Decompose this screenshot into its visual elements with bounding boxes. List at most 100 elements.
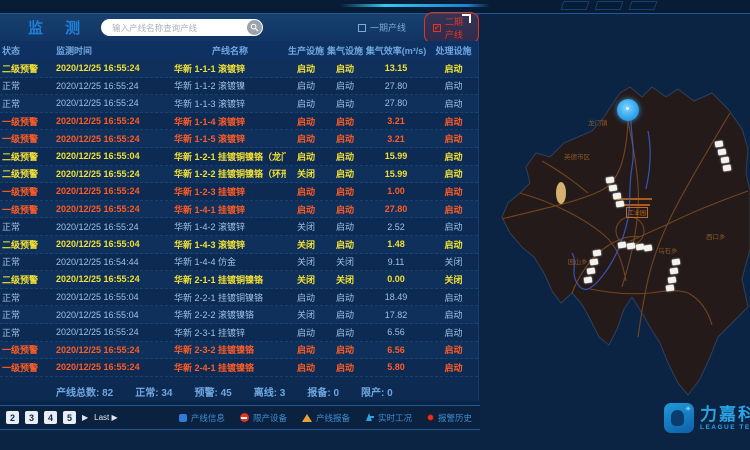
production-facility-cell: 启动 (286, 132, 326, 145)
facility-marker-icon[interactable] (590, 258, 599, 265)
table-row[interactable]: 正常2020/12/25 16:55:24华新 2-3-1 挂镀锌启动启动6.5… (0, 324, 478, 342)
summary-item: 报备: 0 (307, 384, 339, 399)
facility-marker-icon[interactable] (584, 276, 593, 283)
facility-marker-icon[interactable] (721, 156, 730, 163)
facility-marker-icon[interactable] (715, 140, 724, 147)
facility-marker-icon[interactable] (587, 267, 596, 274)
facility-marker-icon[interactable] (672, 258, 681, 265)
line-name-cell: 华新 1-4-4 仿金 (174, 255, 286, 268)
facility-marker-icon[interactable] (606, 176, 615, 183)
facility-marker-icon[interactable] (627, 242, 636, 249)
line-name-cell: 华新 1-4-1 挂镀锌 (174, 203, 286, 216)
checkbox-icon[interactable] (358, 24, 366, 32)
facility-marker-icon[interactable] (668, 276, 677, 283)
region-map[interactable]: 龙门镇英德市区西口乡乌石乡园山乡工业园 (480, 41, 750, 430)
legend-item[interactable]: 产线信息 (179, 412, 225, 424)
col-gas-collection: 集气设施 (326, 44, 364, 57)
production-facility-cell: 关闭 (286, 308, 326, 321)
facility-marker-icon[interactable] (618, 241, 627, 248)
production-facility-cell: 启动 (286, 326, 326, 339)
table-row[interactable]: 正常2020/12/25 16:54:44华新 1-4-4 仿金关闭关闭9.11… (0, 254, 478, 272)
table-row[interactable]: 正常2020/12/25 16:55:04华新 2-2-2 滚镀镍铬关闭启动17… (0, 306, 478, 324)
gas-efficiency-cell: 13.15 (364, 63, 428, 73)
page-button[interactable]: 4 (44, 411, 57, 424)
time-cell: 2020/12/25 16:55:24 (56, 134, 174, 144)
table-row[interactable]: 二级预警2020/12/25 16:55:04华新 1-4-3 滚镀锌关闭启动1… (0, 236, 478, 254)
legend-label: 报警历史 (438, 412, 472, 424)
table-row[interactable]: 正常2020/12/25 16:55:04华新 2-2-1 挂镀铜镍铬启动启动1… (0, 289, 478, 307)
selected-site-marker-icon[interactable] (617, 99, 639, 121)
page-last-button[interactable]: Last ▶ (94, 413, 118, 422)
legend-item[interactable]: 实时工况 (365, 412, 412, 424)
facility-marker-icon[interactable] (670, 267, 679, 274)
line-name-cell: 华新 2-2-1 挂镀铜镍铬 (174, 291, 286, 304)
company-logo[interactable]: 力嘉科技 LEAGUE TECH (664, 403, 750, 433)
report-triangle-icon (302, 414, 312, 422)
table-row[interactable]: 一级预警2020/12/25 16:55:24华新 1-1-5 滚镀锌启动启动3… (0, 130, 478, 148)
table-row[interactable]: 一级预警2020/12/25 16:55:24华新 1-2-3 挂镀锌启动启动1… (0, 183, 478, 201)
facility-marker-icon[interactable] (718, 148, 727, 155)
facility-marker-icon[interactable] (666, 284, 675, 291)
page-button[interactable]: 3 (25, 411, 38, 424)
legend-item[interactable]: 产线报备 (302, 412, 350, 424)
treatment-facility-cell: 启动 (428, 308, 479, 321)
monitoring-dashboard: 监 测 一期产线 ✔ 二期产线 状态 监测时间 产线名称 生产设施 集气设施 集… (0, 0, 750, 450)
highlight-area (556, 182, 566, 204)
checkbox-checked-icon[interactable]: ✔ (433, 24, 441, 32)
production-facility-cell: 启动 (286, 185, 326, 198)
col-line-name: 产线名称 (174, 44, 286, 57)
gas-efficiency-cell: 15.99 (364, 169, 428, 179)
gas-efficiency-cell: 2.52 (364, 222, 428, 232)
line-name-cell: 华新 1-1-3 滚镀锌 (174, 97, 286, 110)
table-row[interactable]: 二级预警2020/12/25 16:55:04华新 1-2-1 挂镀铜镍铬（龙门… (0, 148, 478, 166)
line-name-cell: 华新 2-3-1 挂镀锌 (174, 326, 286, 339)
search-box[interactable] (101, 19, 263, 36)
table-row[interactable]: 二级预警2020/12/25 16:55:24华新 1-2-2 挂镀铜镍铬（环形… (0, 166, 478, 184)
search-input[interactable] (110, 21, 245, 34)
page-next-button[interactable]: ▶ (82, 413, 88, 422)
table-row[interactable]: 一级预警2020/12/25 16:55:24华新 2-3-2 挂镀镍铬启动启动… (0, 342, 478, 360)
time-cell: 2020/12/25 16:55:24 (56, 169, 174, 179)
info-square-icon (179, 414, 187, 422)
map-legend: 产线信息 限产设备 产线报备 实时工况 报警历史 (179, 412, 472, 424)
treatment-facility-cell: 启动 (428, 167, 479, 180)
map-place-label: 英德市区 (564, 151, 590, 161)
facility-marker-icon[interactable] (616, 200, 625, 207)
gas-efficiency-cell: 6.56 (364, 345, 428, 355)
table-row[interactable]: 正常2020/12/25 16:55:24华新 1-4-2 滚镀锌关闭启动2.5… (0, 218, 478, 236)
map-place-label: 西口乡 (706, 231, 726, 241)
treatment-facility-cell: 关闭 (428, 255, 479, 268)
table-row[interactable]: 一级预警2020/12/25 16:55:24华新 1-4-1 挂镀锌启动启动2… (0, 201, 478, 219)
table-row[interactable]: 二级预警2020/12/25 16:55:24华新 1-1-1 滚镀锌启动启动1… (0, 60, 478, 78)
table-row[interactable]: 正常2020/12/25 16:55:24华新 1-1-2 滚镀镍启动启动27.… (0, 78, 478, 96)
legend-item[interactable]: 报警历史 (427, 412, 472, 424)
table-row[interactable]: 二级预警2020/12/25 16:55:24华新 2-1-1 挂镀铜镍铬关闭关… (0, 271, 478, 289)
search-icon[interactable] (247, 20, 262, 35)
page-button[interactable]: 2 (6, 411, 19, 424)
production-facility-cell: 关闭 (286, 238, 326, 251)
gas-collection-cell: 启动 (326, 326, 364, 339)
facility-marker-icon[interactable] (613, 192, 622, 199)
page-button[interactable]: 5 (63, 411, 76, 424)
line-name-cell: 华新 1-2-2 挂镀铜镍铬（环形线） (174, 167, 286, 180)
gas-efficiency-cell: 27.80 (364, 98, 428, 108)
status-cell: 正常 (0, 326, 56, 339)
status-cell: 正常 (0, 291, 56, 304)
legend-item[interactable]: 限产设备 (240, 412, 287, 424)
legend-label: 限产设备 (253, 412, 287, 424)
facility-marker-icon[interactable] (593, 249, 602, 256)
time-cell: 2020/12/25 16:55:24 (56, 222, 174, 232)
production-facility-cell: 启动 (286, 150, 326, 163)
status-cell: 二级预警 (0, 62, 56, 75)
facility-marker-icon[interactable] (644, 244, 653, 251)
facility-marker-icon[interactable] (723, 164, 732, 171)
phase1-toggle[interactable]: 一期产线 (358, 21, 406, 34)
gas-efficiency-cell: 0.00 (364, 274, 428, 284)
table-row[interactable]: 一级预警2020/12/25 16:55:24华新 1-1-4 滚镀锌启动启动3… (0, 113, 478, 131)
time-cell: 2020/12/25 16:55:24 (56, 186, 174, 196)
table-row[interactable]: 一级预警2020/12/25 16:55:24华新 2-4-1 挂镀镍铬启动启动… (0, 359, 478, 377)
facility-marker-icon[interactable] (609, 184, 618, 191)
legend-label: 实时工况 (378, 412, 412, 424)
table-row[interactable]: 正常2020/12/25 16:55:24华新 1-1-3 滚镀锌启动启动27.… (0, 95, 478, 113)
status-cell: 一级预警 (0, 132, 56, 145)
